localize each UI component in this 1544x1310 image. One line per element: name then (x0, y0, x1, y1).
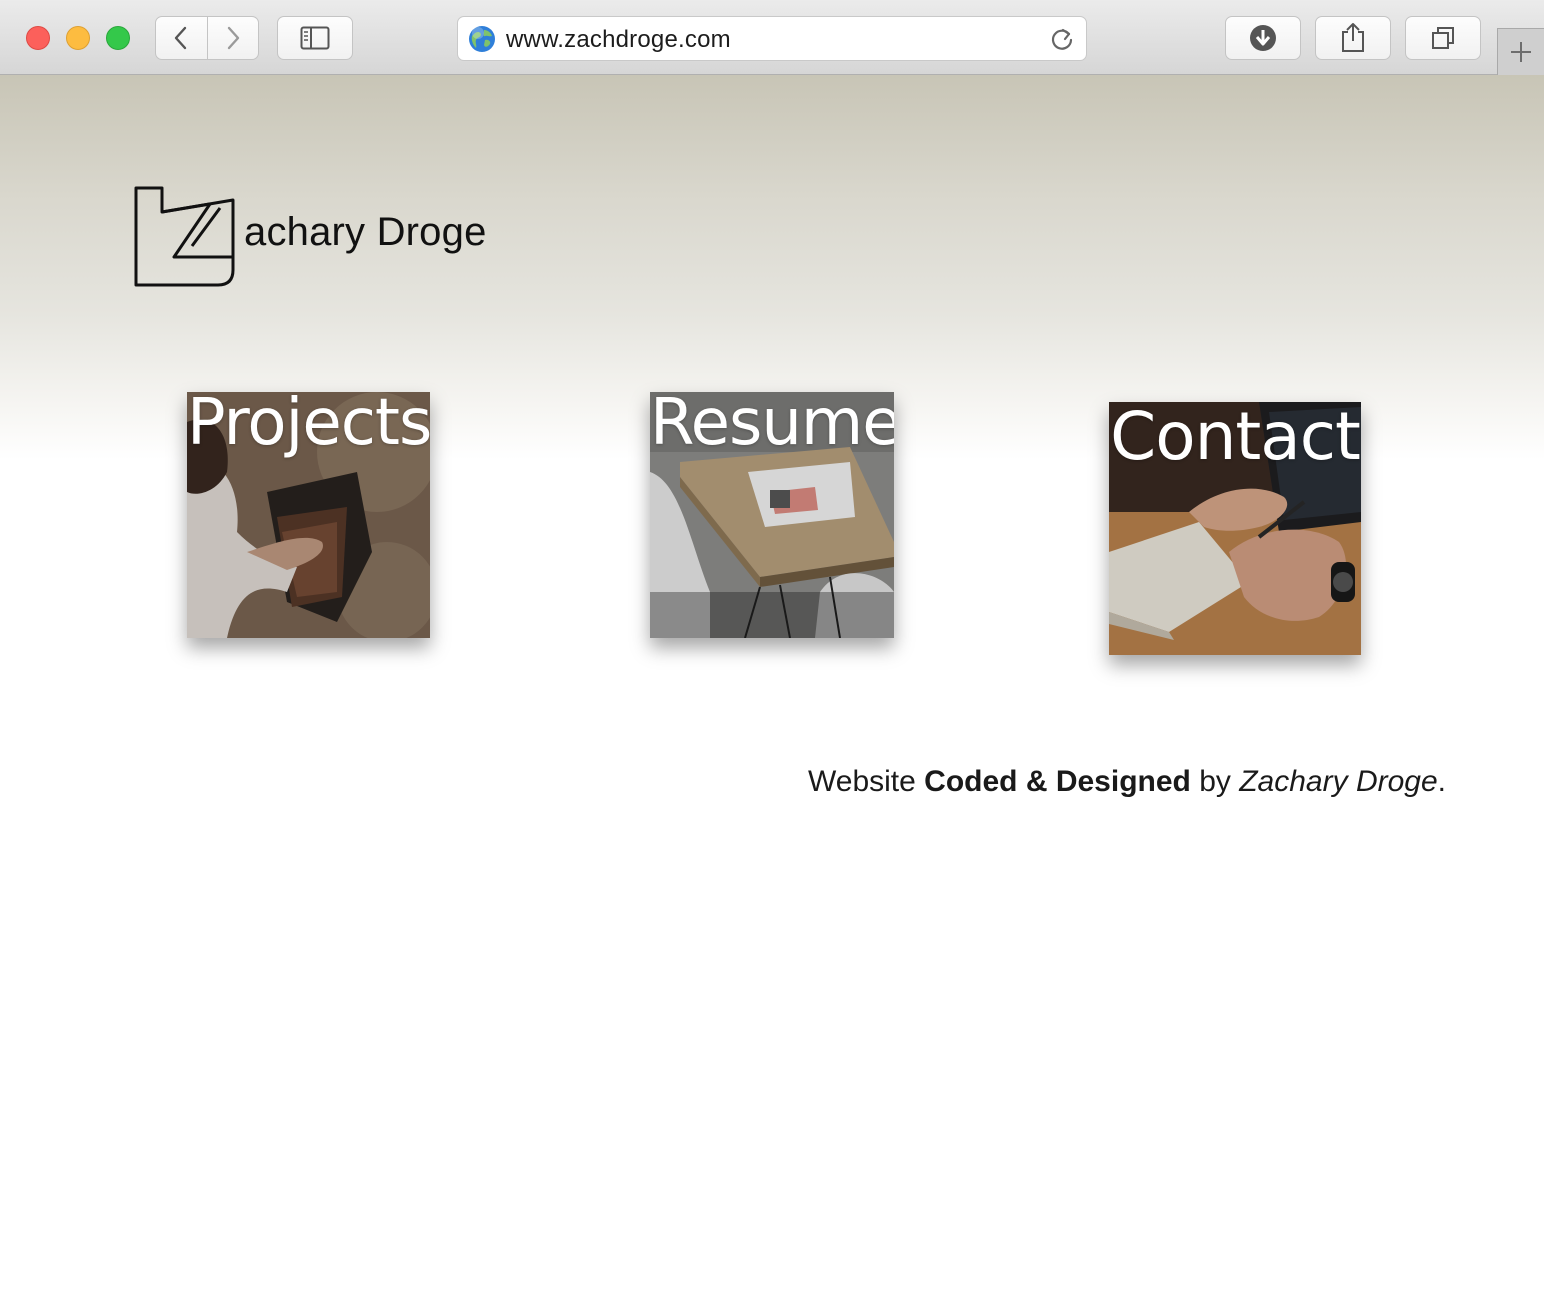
share-button[interactable] (1315, 16, 1391, 60)
footer-credit: Website Coded & Designed by Zachary Drog… (808, 765, 1446, 799)
sidebar-icon (300, 26, 330, 50)
sidebar-toggle-button[interactable] (277, 16, 353, 60)
download-icon (1250, 25, 1276, 51)
projects-tile[interactable]: Projects (187, 392, 430, 638)
resume-tile[interactable]: Resume (650, 392, 894, 638)
maximize-window-button[interactable] (106, 26, 130, 50)
footer-prefix: Website (808, 765, 925, 798)
contact-tile[interactable]: Contact (1109, 402, 1361, 655)
footer-bold: Coded & Designed (924, 765, 1191, 798)
footer-author: Zachary Droge (1239, 765, 1438, 798)
browser-window: www.zachdroge.com achary Droge Projects … (0, 0, 1544, 1310)
forward-button[interactable] (206, 17, 259, 59)
back-button[interactable] (156, 17, 207, 59)
url-text: www.zachdroge.com (506, 26, 731, 53)
site-logo[interactable] (134, 186, 236, 287)
contact-label: Contact (1110, 402, 1361, 475)
tabs-icon (1432, 27, 1454, 49)
globe-icon (469, 26, 495, 52)
web-page: achary Droge Projects Resume Contact Web… (0, 75, 1544, 1310)
footer-middle: by (1190, 765, 1240, 798)
reload-icon[interactable] (1048, 25, 1076, 53)
chevron-right-icon (227, 26, 239, 50)
resume-label: Resume (650, 392, 894, 460)
plus-icon (1511, 42, 1531, 62)
browser-toolbar: www.zachdroge.com (0, 0, 1544, 75)
chevron-left-icon (175, 26, 187, 50)
site-name[interactable]: achary Droge (244, 210, 487, 255)
new-tab-button[interactable] (1497, 28, 1544, 75)
minimize-window-button[interactable] (66, 26, 90, 50)
footer-suffix: . (1437, 765, 1446, 798)
downloads-button[interactable] (1225, 16, 1301, 60)
share-icon (1342, 23, 1364, 52)
tab-overview-button[interactable] (1405, 16, 1481, 60)
history-navigation (155, 16, 259, 60)
address-bar[interactable]: www.zachdroge.com (457, 16, 1087, 61)
projects-label: Projects (187, 392, 430, 460)
close-window-button[interactable] (26, 26, 50, 50)
